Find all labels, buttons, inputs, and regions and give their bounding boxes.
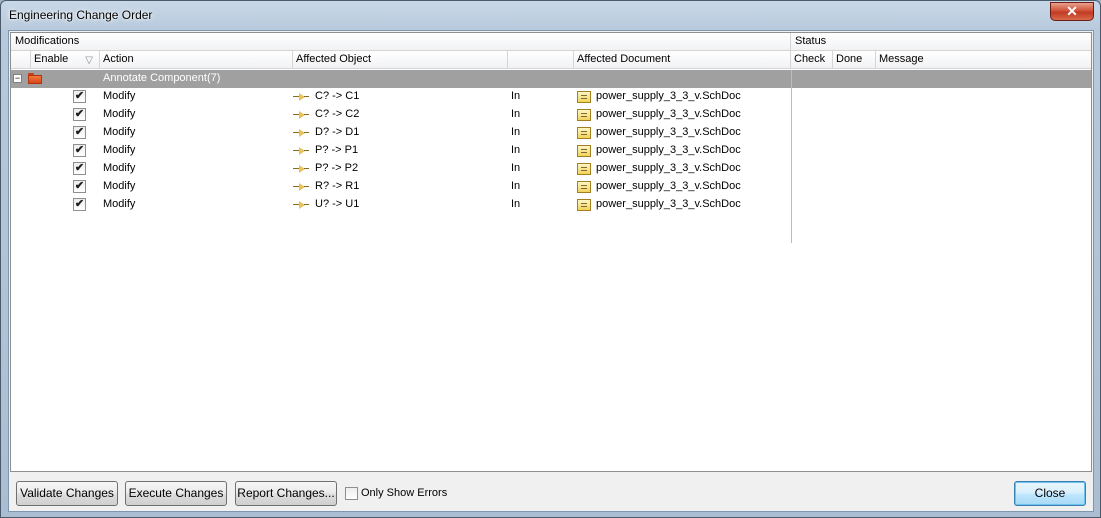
enable-checkbox[interactable]: ✔ bbox=[73, 198, 86, 211]
report-changes-button[interactable]: Report Changes... bbox=[235, 481, 337, 506]
table-row[interactable]: ✔ Modify P? -> P1 In power_supply_3_3_v.… bbox=[11, 142, 791, 160]
table-row[interactable]: ✔ Modify P? -> P2 In power_supply_3_3_v.… bbox=[11, 160, 791, 178]
affected-object-cell: C? -> C2 bbox=[315, 108, 360, 120]
validate-changes-button[interactable]: Validate Changes bbox=[16, 481, 118, 506]
column-header-affected-object[interactable]: Affected Object bbox=[293, 51, 508, 69]
close-icon: ✕ bbox=[1066, 3, 1078, 19]
column-header-action[interactable]: Action bbox=[100, 51, 293, 69]
schematic-document-icon bbox=[577, 109, 591, 121]
direction-cell: In bbox=[511, 144, 521, 156]
affected-document-cell: power_supply_3_3_v.SchDoc bbox=[596, 108, 741, 120]
schematic-document-icon bbox=[577, 163, 591, 175]
eco-dialog: Engineering Change Order ✕ Modifications… bbox=[0, 0, 1101, 518]
affected-document-cell: power_supply_3_3_v.SchDoc bbox=[596, 126, 741, 138]
action-cell: Modify bbox=[103, 126, 136, 138]
table-row[interactable]: ✔ Modify U? -> U1 In power_supply_3_3_v.… bbox=[11, 196, 791, 214]
action-cell: Modify bbox=[103, 198, 136, 210]
column-header-affected-document[interactable]: Affected Document bbox=[574, 51, 791, 69]
component-icon bbox=[293, 127, 309, 139]
window-close-button[interactable]: ✕ bbox=[1050, 2, 1094, 21]
direction-cell: In bbox=[511, 108, 521, 120]
direction-cell: In bbox=[511, 126, 521, 138]
schematic-document-icon bbox=[577, 127, 591, 139]
affected-document-cell: power_supply_3_3_v.SchDoc bbox=[596, 90, 741, 102]
schematic-document-icon bbox=[577, 199, 591, 211]
schematic-document-icon bbox=[577, 91, 591, 103]
enable-checkbox[interactable]: ✔ bbox=[73, 126, 86, 139]
direction-cell: In bbox=[511, 162, 521, 174]
collapse-icon[interactable]: − bbox=[13, 74, 22, 83]
enable-checkbox[interactable]: ✔ bbox=[73, 90, 86, 103]
affected-document-cell: power_supply_3_3_v.SchDoc bbox=[596, 180, 741, 192]
execute-changes-button[interactable]: Execute Changes bbox=[125, 481, 227, 506]
column-header-expander bbox=[11, 51, 31, 69]
column-header-enable-label: Enable bbox=[34, 53, 69, 65]
column-header-direction[interactable] bbox=[508, 51, 574, 69]
group-row-annotate-component[interactable]: − Annotate Component(7) bbox=[11, 70, 1091, 88]
component-icon bbox=[293, 109, 309, 121]
direction-cell: In bbox=[511, 198, 521, 210]
action-cell: Modify bbox=[103, 144, 136, 156]
schematic-document-icon bbox=[577, 181, 591, 193]
status-separator bbox=[791, 70, 792, 243]
component-icon bbox=[293, 145, 309, 157]
only-show-errors-label: Only Show Errors bbox=[361, 487, 448, 499]
only-show-errors-checkbox[interactable] bbox=[345, 487, 358, 500]
table-row[interactable]: ✔ Modify C? -> C2 In power_supply_3_3_v.… bbox=[11, 106, 791, 124]
window-title: Engineering Change Order bbox=[9, 8, 153, 22]
affected-document-cell: power_supply_3_3_v.SchDoc bbox=[596, 162, 741, 174]
band-status: Status bbox=[791, 33, 1091, 51]
column-header-done[interactable]: Done bbox=[833, 51, 876, 69]
enable-checkbox[interactable]: ✔ bbox=[73, 180, 86, 193]
band-modifications: Modifications bbox=[11, 33, 791, 51]
affected-object-cell: P? -> P2 bbox=[315, 162, 359, 174]
component-icon bbox=[293, 163, 309, 175]
component-icon bbox=[293, 91, 309, 103]
title-bar[interactable]: Engineering Change Order ✕ bbox=[1, 1, 1100, 31]
affected-object-cell: D? -> D1 bbox=[315, 126, 360, 138]
enable-checkbox[interactable]: ✔ bbox=[73, 162, 86, 175]
action-cell: Modify bbox=[103, 90, 136, 102]
enable-checkbox[interactable]: ✔ bbox=[73, 108, 86, 121]
dialog-client-area: Modifications Status Enable ▽ Action Aff… bbox=[8, 30, 1094, 512]
affected-object-cell: C? -> C1 bbox=[315, 90, 360, 102]
affected-object-cell: P? -> P1 bbox=[315, 144, 359, 156]
folder-icon bbox=[28, 73, 42, 84]
affected-object-cell: U? -> U1 bbox=[315, 198, 360, 210]
changes-grid: Modifications Status Enable ▽ Action Aff… bbox=[10, 32, 1092, 472]
filter-icon[interactable]: ▽ bbox=[85, 52, 93, 68]
direction-cell: In bbox=[511, 90, 521, 102]
group-label: Annotate Component(7) bbox=[103, 72, 221, 84]
component-icon bbox=[293, 199, 309, 211]
table-row[interactable]: ✔ Modify R? -> R1 In power_supply_3_3_v.… bbox=[11, 178, 791, 196]
table-row[interactable]: ✔ Modify C? -> C1 In power_supply_3_3_v.… bbox=[11, 88, 791, 106]
close-button[interactable]: Close bbox=[1014, 481, 1086, 506]
column-header-enable[interactable]: Enable ▽ bbox=[31, 51, 100, 69]
column-header-check[interactable]: Check bbox=[791, 51, 833, 69]
action-cell: Modify bbox=[103, 180, 136, 192]
action-cell: Modify bbox=[103, 108, 136, 120]
enable-checkbox[interactable]: ✔ bbox=[73, 144, 86, 157]
direction-cell: In bbox=[511, 180, 521, 192]
column-header-message[interactable]: Message bbox=[876, 51, 1091, 69]
table-row[interactable]: ✔ Modify D? -> D1 In power_supply_3_3_v.… bbox=[11, 124, 791, 142]
action-cell: Modify bbox=[103, 162, 136, 174]
component-icon bbox=[293, 181, 309, 193]
schematic-document-icon bbox=[577, 145, 591, 157]
affected-document-cell: power_supply_3_3_v.SchDoc bbox=[596, 144, 741, 156]
affected-document-cell: power_supply_3_3_v.SchDoc bbox=[596, 198, 741, 210]
affected-object-cell: R? -> R1 bbox=[315, 180, 360, 192]
